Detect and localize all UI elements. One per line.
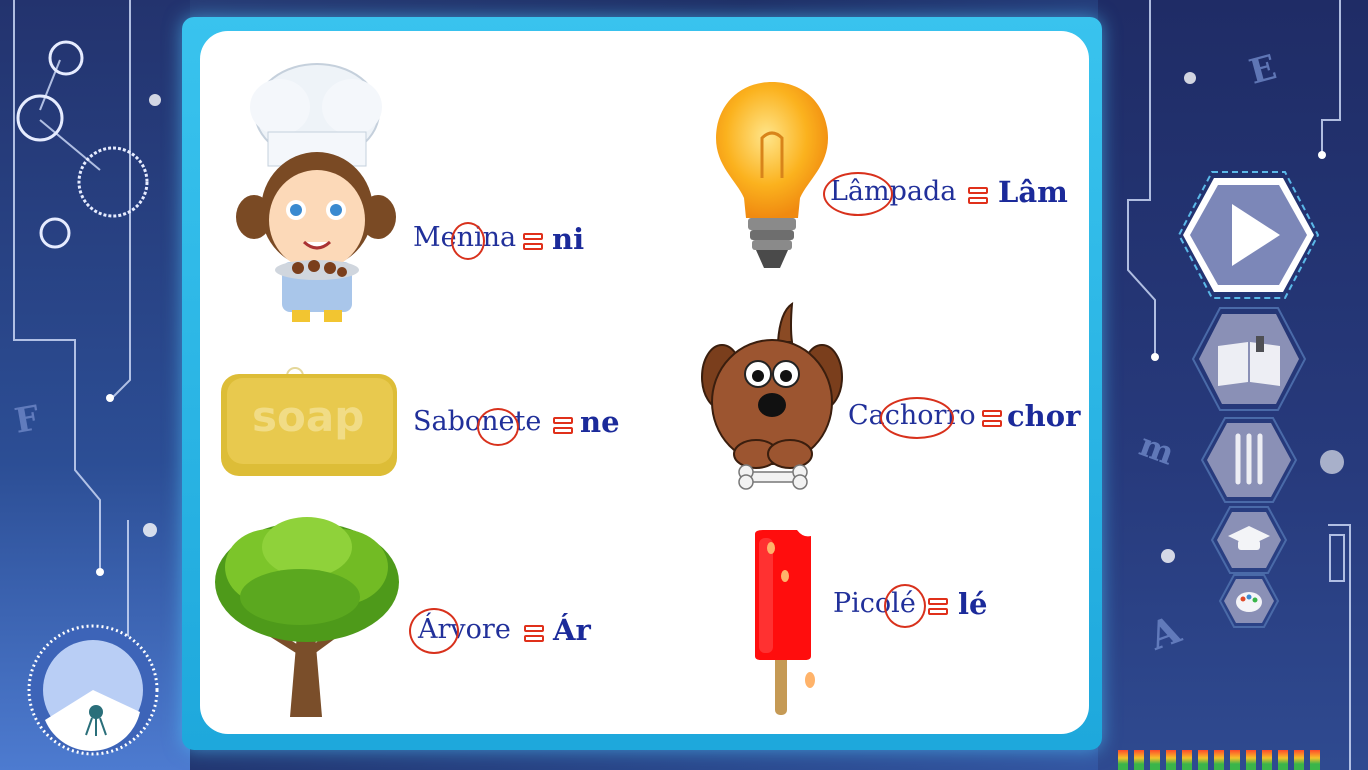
equalizer-decoration — [1118, 748, 1328, 770]
syllable-text: chor — [1007, 399, 1081, 433]
syllable-text: lé — [958, 587, 988, 621]
syllable-text: ni — [552, 222, 585, 256]
syllable-text: Ár — [553, 613, 591, 647]
tree-image — [215, 517, 399, 717]
syllable-circle — [823, 172, 893, 216]
dog-image — [701, 302, 843, 490]
syllable-text: ne — [580, 405, 620, 439]
syllable-circle — [884, 584, 926, 628]
book-button[interactable] — [1190, 304, 1308, 414]
palette-button[interactable] — [1218, 572, 1280, 630]
syllable-circle — [880, 397, 954, 439]
tools-button[interactable] — [1200, 414, 1298, 506]
equals-sign — [523, 233, 543, 251]
soap-label: soap — [252, 392, 365, 441]
equals-sign — [553, 417, 573, 435]
equals-sign — [968, 187, 988, 205]
syllable-circle — [451, 222, 485, 260]
equals-sign — [524, 625, 544, 643]
equals-sign — [982, 410, 1002, 428]
graduation-button[interactable] — [1210, 504, 1288, 576]
palette-icon — [1236, 592, 1262, 612]
syllable-circle — [409, 608, 459, 654]
chef-girl-image — [236, 63, 396, 322]
light-bulb-image — [716, 82, 828, 268]
popsicle-image — [755, 530, 815, 715]
syllable-text: Lâm — [998, 175, 1068, 209]
equals-sign — [928, 598, 948, 616]
syllable-circle — [477, 408, 519, 446]
play-button[interactable] — [1176, 168, 1321, 303]
